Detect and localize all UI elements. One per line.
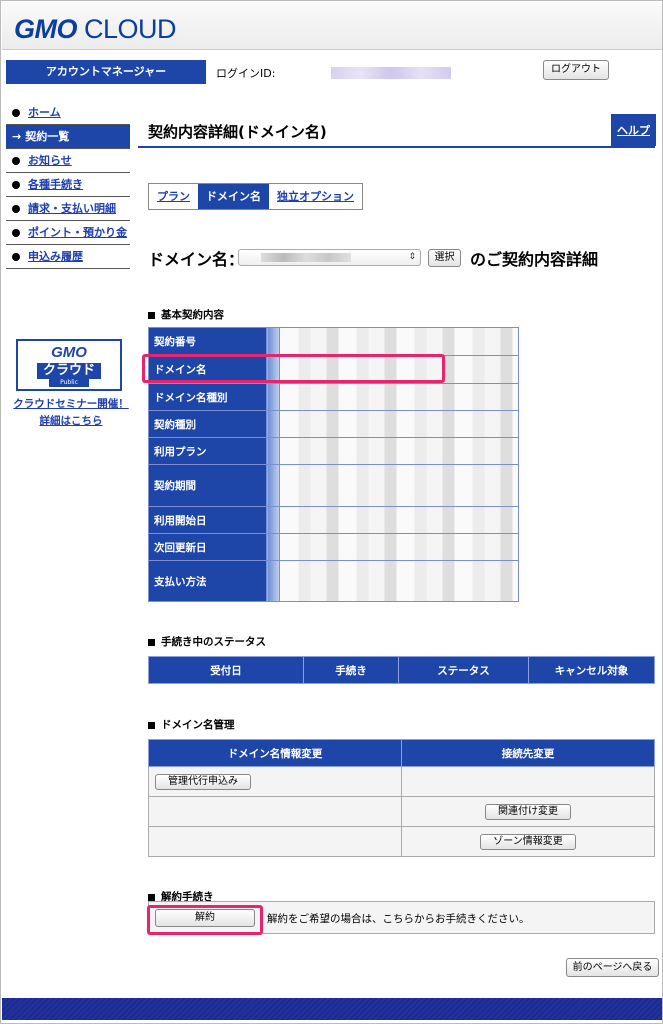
domain-selector-row: ドメイン名： ⇕ 選択 のご契約内容詳細 — [148, 246, 658, 270]
bullet-icon — [12, 253, 20, 261]
sidebar-item-news[interactable]: お知らせ — [6, 149, 130, 173]
sidebar-item-label[interactable]: お知らせ — [28, 154, 72, 167]
help-button[interactable]: ヘルプ — [611, 114, 656, 146]
page-frame: GMO CLOUD アカウントマネージャー ログインID: ログアウト ホーム … — [0, 0, 663, 1024]
table-row: 関連付け変更 — [148, 796, 655, 827]
sidebar-item-contracts[interactable]: → 契約一覧 — [6, 125, 130, 149]
bullet-icon — [12, 229, 20, 237]
bullet-icon — [12, 181, 20, 189]
sidebar-item-home[interactable]: ホーム — [6, 101, 130, 125]
header: GMO CLOUD — [2, 2, 662, 50]
cancel-button-highlight — [147, 905, 263, 935]
tab-plan[interactable]: プラン — [149, 184, 198, 209]
sidebar-item-label[interactable]: 請求・支払い明細 — [28, 202, 116, 215]
bullet-icon — [12, 157, 20, 165]
sidebar-item-label[interactable]: 契約一覧 — [25, 130, 69, 143]
table-row: 利用プラン — [148, 437, 519, 465]
tab-bar: プラン ドメイン名 独立オプション — [148, 183, 363, 210]
redacted-value — [279, 437, 519, 465]
redacted-value — [279, 560, 519, 602]
bullet-icon — [12, 205, 20, 213]
title-divider — [138, 146, 655, 148]
back-button[interactable]: 前のページへ戻る — [566, 958, 659, 977]
domain-select[interactable]: ⇕ — [238, 249, 421, 266]
select-caret-icon: ⇕ — [408, 252, 416, 262]
table-row: 契約期間 — [148, 464, 519, 507]
domain-name-highlight — [142, 354, 445, 383]
arrow-right-icon: → — [12, 130, 22, 143]
table-row: ゾーン情報変更 — [148, 826, 655, 857]
redacted-value — [279, 533, 519, 561]
zone-change-button[interactable]: ゾーン情報変更 — [480, 833, 576, 850]
table-row: 契約種別 — [148, 410, 519, 438]
redacted-value — [279, 410, 519, 438]
sidebar-item-billing[interactable]: 請求・支払い明細 — [6, 197, 130, 221]
square-bullet-icon — [148, 893, 155, 901]
gmo-cloud-public-banner[interactable]: GMO クラウド Public — [16, 339, 122, 391]
domain-value-redacted — [261, 253, 351, 262]
domain-management-table: ドメイン名情報変更 接続先変更 管理代行申込み 関連付け変更 ゾーン情報変更 — [148, 739, 655, 857]
tab-domain[interactable]: ドメイン名 — [198, 184, 269, 209]
table-row: 利用開始日 — [148, 506, 519, 534]
gmo-cloud-logo[interactable]: GMO CLOUD — [14, 14, 177, 45]
redacted-value — [279, 383, 519, 411]
redacted-value — [279, 327, 519, 356]
select-button[interactable]: 選択 — [428, 249, 461, 267]
logout-button[interactable]: ログアウト — [543, 60, 609, 80]
table-row: ドメイン名種別 — [148, 383, 519, 411]
sidebar-item-label[interactable]: ホーム — [28, 106, 61, 119]
sidebar-item-history[interactable]: 申込み履歴 — [6, 245, 130, 269]
account-bar: アカウントマネージャー ログインID: ログアウト — [6, 60, 654, 84]
sidebar-item-procedures[interactable]: 各種手続き — [6, 173, 130, 197]
sidebar-item-label[interactable]: 申込み履歴 — [28, 250, 83, 263]
account-manager-title: アカウントマネージャー — [6, 60, 206, 84]
login-id-value-redacted — [331, 67, 451, 79]
table-row: 支払い方法 — [148, 560, 519, 602]
table-row: 管理代行申込み — [148, 766, 655, 797]
domain-management-heading: ドメイン名管理 — [148, 717, 235, 732]
square-bullet-icon — [148, 721, 155, 729]
login-id-label: ログインID: — [216, 67, 276, 80]
link-change-button[interactable]: 関連付け変更 — [485, 803, 571, 820]
seminar-link[interactable]: クラウドセミナー開催！詳細はこちら — [9, 396, 133, 430]
table-header-row: 受付日 手続き ステータス キャンセル対象 — [148, 656, 655, 684]
table-row: 契約番号 — [148, 327, 519, 356]
tab-options[interactable]: 独立オプション — [269, 184, 362, 209]
basic-contract-heading: 基本契約内容 — [148, 307, 224, 322]
square-bullet-icon — [148, 311, 155, 319]
redacted-value — [279, 506, 519, 534]
status-table: 受付日 手続き ステータス キャンセル対象 — [148, 656, 655, 684]
cancellation-note: 解約をご希望の場合は、こちらからお手続きください。 — [267, 913, 530, 925]
redacted-value — [279, 464, 519, 507]
sidebar-item-label[interactable]: ポイント・預かり金 — [28, 226, 127, 239]
table-header-row: ドメイン名情報変更 接続先変更 — [148, 739, 655, 767]
domain-heading-suffix: のご契約内容詳細 — [470, 250, 599, 269]
square-bullet-icon — [148, 638, 155, 646]
proxy-management-button[interactable]: 管理代行申込み — [155, 773, 251, 790]
table-row: 次回更新日 — [148, 533, 519, 561]
page-title: 契約内容詳細(ドメイン名) — [148, 123, 327, 141]
sidebar-item-label[interactable]: 各種手続き — [28, 178, 83, 191]
status-heading: 手続き中のステータス — [148, 634, 266, 649]
domain-label: ドメイン名： — [148, 250, 245, 269]
sidebar: ホーム → 契約一覧 お知らせ 各種手続き 請求・支払い明細 ポイント・預かり金 … — [6, 101, 130, 269]
footer-bar — [2, 998, 662, 1020]
sidebar-item-points[interactable]: ポイント・預かり金 — [6, 221, 130, 245]
bullet-icon — [12, 109, 20, 117]
